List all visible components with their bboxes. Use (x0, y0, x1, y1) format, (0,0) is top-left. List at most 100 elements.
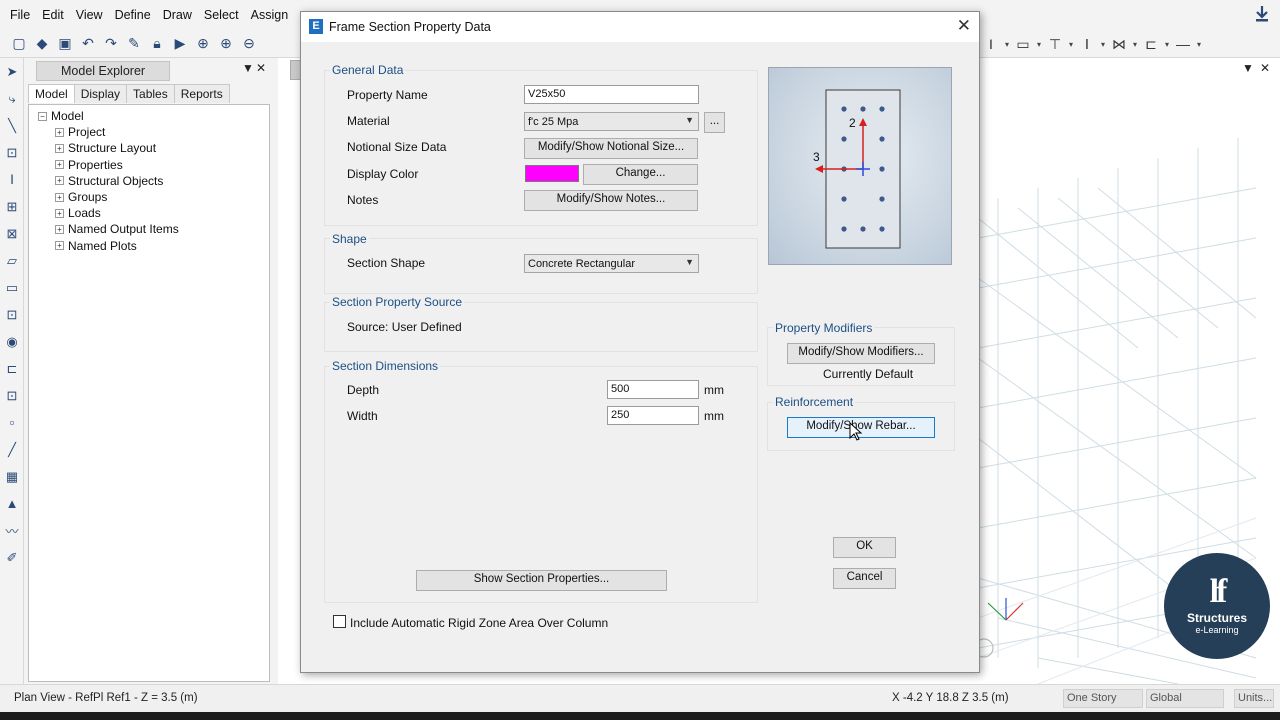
menu-view[interactable]: View (70, 8, 109, 22)
modify-modifiers-button[interactable]: Modify/Show Modifiers... (787, 343, 935, 364)
zoom-out-icon[interactable]: ⊖ (238, 33, 260, 55)
chevron-down-icon[interactable]: ▾ (1066, 40, 1076, 49)
expand-icon[interactable]: + (55, 208, 64, 218)
draw-dimension-icon[interactable]: ✐ (0, 544, 24, 571)
undo-icon[interactable]: ↶ (77, 33, 99, 55)
menu-select[interactable]: Select (198, 8, 245, 22)
draw-wall-icon[interactable]: ⊏ (0, 355, 24, 382)
dialog-title: Frame Section Property Data (329, 20, 491, 34)
collapse-icon[interactable]: − (38, 111, 47, 121)
box-icon[interactable]: ▭ (1012, 33, 1034, 55)
draw-line-icon[interactable]: ╲ (0, 112, 24, 139)
story-select[interactable]: One Story (1063, 689, 1143, 708)
redo-icon[interactable]: ↷ (100, 33, 122, 55)
menu-define[interactable]: Define (109, 8, 157, 22)
tree-node-named-output-items[interactable]: + Named Output Items (29, 221, 269, 237)
pointer-icon[interactable]: ➤ (0, 58, 24, 85)
depth-input[interactable]: 500 (607, 380, 699, 399)
brace-icon[interactable]: ⋈ (1108, 33, 1130, 55)
column-icon[interactable]: Ⅰ (1076, 33, 1098, 55)
new-model-icon[interactable]: ▢ (8, 33, 30, 55)
tree-node-structural-objects[interactable]: + Structural Objects (29, 173, 269, 189)
draw-point-icon[interactable]: ▫ (0, 409, 24, 436)
display-color-label: Display Color (347, 167, 419, 181)
width-input[interactable]: 250 (607, 406, 699, 425)
tree-node-properties[interactable]: + Properties (29, 157, 269, 173)
material-label: Material (347, 114, 390, 128)
draw-rect-icon[interactable]: ▭ (0, 274, 24, 301)
tree-node-groups[interactable]: + Groups (29, 189, 269, 205)
expand-icon[interactable]: + (55, 192, 64, 202)
ok-button[interactable]: OK (833, 537, 896, 558)
chevron-down-icon[interactable]: ▾ (1130, 40, 1140, 49)
tree-node-project[interactable]: + Project (29, 124, 269, 140)
close-icon[interactable]: ✕ (256, 61, 266, 75)
tab-model[interactable]: Model (28, 84, 75, 103)
material-more-button[interactable]: ... (704, 112, 725, 133)
left-toolbar: ➤ ⤷ ╲ ⊡ Ⅰ ⊞ ⊠ ▱ ▭ ⊡ ◉ ⊏ ⊡ ▫ ╱ ▦ ▲ 〰 ✐ (0, 58, 24, 684)
coordinate-system-select[interactable]: Global (1146, 689, 1224, 708)
tree-node-model[interactable]: − Model (29, 108, 269, 124)
show-section-properties-button[interactable]: Show Section Properties... (416, 570, 667, 591)
pencil-icon[interactable]: ✎ (123, 33, 145, 55)
download-icon[interactable] (1254, 5, 1270, 23)
menu-draw[interactable]: Draw (157, 8, 198, 22)
expand-icon[interactable]: + (55, 176, 64, 186)
expand-icon[interactable]: + (55, 143, 64, 153)
tree-node-named-plots[interactable]: + Named Plots (29, 238, 269, 254)
tab-tables[interactable]: Tables (126, 84, 175, 103)
save-icon[interactable]: ▣ (54, 33, 76, 55)
chevron-down-icon[interactable]: ▾ (1162, 40, 1172, 49)
tree-node-loads[interactable]: + Loads (29, 205, 269, 221)
rigid-zone-checkbox[interactable] (333, 615, 346, 628)
tab-display[interactable]: Display (73, 84, 128, 103)
tab-reports[interactable]: Reports (173, 84, 230, 103)
pin-icon[interactable]: ▼ (242, 61, 254, 75)
draw-slab-icon[interactable]: ⊡ (0, 301, 24, 328)
cancel-button[interactable]: Cancel (833, 568, 896, 589)
zoom-window-icon[interactable]: ⊕ (192, 33, 214, 55)
menu-file[interactable]: File (4, 8, 36, 22)
chevron-down-icon[interactable]: ▾ (1098, 40, 1108, 49)
material-select[interactable]: f'c 25 Mpa ▼ (524, 112, 699, 131)
close-icon[interactable]: ✕ (957, 16, 971, 36)
draw-grid-icon[interactable]: ▦ (0, 463, 24, 490)
line-icon[interactable]: — (1172, 33, 1194, 55)
draw-area-icon[interactable]: ▱ (0, 247, 24, 274)
notes-button[interactable]: Modify/Show Notes... (524, 190, 698, 211)
chevron-down-icon[interactable]: ▾ (1194, 40, 1204, 49)
menu-edit[interactable]: Edit (36, 8, 70, 22)
dialog-title-bar: E Frame Section Property Data ✕ (301, 12, 979, 42)
draw-link-icon[interactable]: ╱ (0, 436, 24, 463)
run-icon[interactable]: ▶ (169, 33, 191, 55)
lock-icon[interactable]: 🔒︎ (146, 33, 168, 55)
expand-icon[interactable]: + (55, 224, 64, 234)
draw-opening-icon[interactable]: ◉ (0, 328, 24, 355)
draw-spring-icon[interactable]: 〰 (0, 517, 24, 544)
notional-size-button[interactable]: Modify/Show Notional Size... (524, 138, 698, 159)
chevron-down-icon[interactable]: ▾ (1034, 40, 1044, 49)
reshape-icon[interactable]: ⤷ (0, 85, 24, 112)
text-cursor-icon[interactable]: I (980, 33, 1002, 55)
beam-icon[interactable]: ⊤ (1044, 33, 1066, 55)
draw-beam-icon[interactable]: ⊞ (0, 193, 24, 220)
draw-load-icon[interactable]: ▲ (0, 490, 24, 517)
draw-frame-icon[interactable]: ⊡ (0, 139, 24, 166)
chevron-down-icon[interactable]: ▾ (1002, 40, 1012, 49)
expand-icon[interactable]: + (55, 241, 64, 251)
zoom-in-icon[interactable]: ⊕ (215, 33, 237, 55)
draw-column-icon[interactable]: Ⅰ (0, 166, 24, 193)
menu-assign[interactable]: Assign (245, 8, 295, 22)
tree-node-structure-layout[interactable]: + Structure Layout (29, 140, 269, 156)
change-color-button[interactable]: Change... (583, 164, 698, 185)
open-icon[interactable]: ◆ (31, 33, 53, 55)
property-name-input[interactable]: V25x50 (524, 85, 699, 104)
section-shape-select[interactable]: Concrete Rectangular ▼ (524, 254, 699, 273)
wall-icon[interactable]: ⊏ (1140, 33, 1162, 55)
expand-icon[interactable]: + (55, 127, 64, 137)
units-button[interactable]: Units... (1234, 689, 1274, 708)
logo-line2: e-Learning (1195, 625, 1239, 635)
draw-brace-icon[interactable]: ⊠ (0, 220, 24, 247)
expand-icon[interactable]: + (55, 160, 64, 170)
draw-section-icon[interactable]: ⊡ (0, 382, 24, 409)
